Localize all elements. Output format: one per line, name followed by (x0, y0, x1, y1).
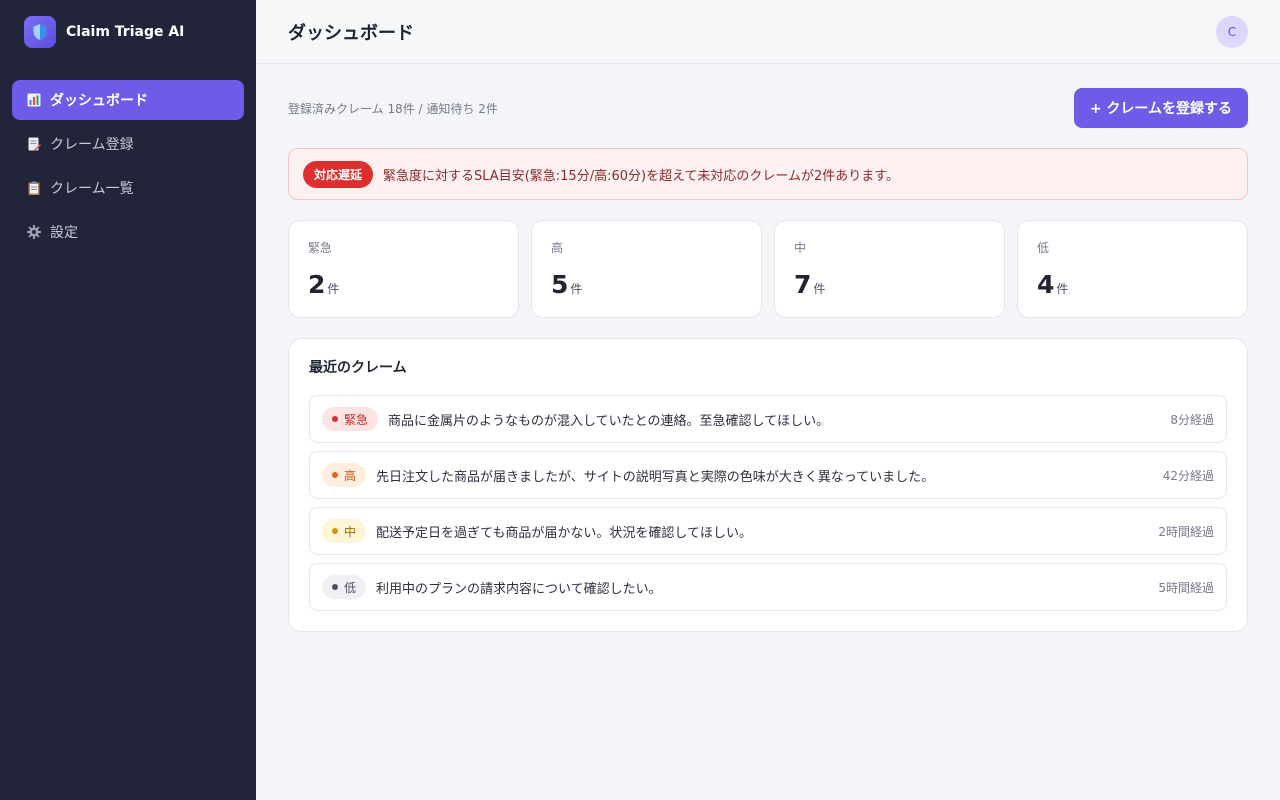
claim-text: 先日注文した商品が届きましたが、サイトの説明写真と実際の色味が大きく異なっていま… (376, 469, 935, 485)
sidebar-nav: ダッシュボード クレーム登録 クレーム一覧 設定 (12, 80, 244, 252)
alert-message: 緊急度に対するSLA目安(緊急:15分/高:60分)を超えて未対応のクレームが2… (383, 168, 900, 184)
sidebar-item-settings[interactable]: 設定 (12, 212, 244, 252)
bar-chart-icon (26, 92, 42, 108)
register-claim-button[interactable]: + クレームを登録する (1073, 88, 1248, 128)
avatar[interactable]: C (1216, 15, 1248, 48)
priority-badge: 緊急 (322, 407, 379, 431)
priority-label: 高 (344, 468, 357, 483)
sidebar-item-label: 設定 (50, 225, 78, 241)
recent-claims-panel: 最近のクレーム 緊急 商品に金属片のようなものが混入していたとの連絡。至急確認し… (288, 338, 1248, 632)
claim-text: 配送予定日を過ぎても商品が届かない。状況を確認してほしい。 (376, 525, 752, 541)
sidebar-item-label: クレーム一覧 (50, 181, 134, 197)
stat-value: 7 (794, 270, 812, 299)
sidebar-item-claim-list[interactable]: クレーム一覧 (12, 168, 244, 208)
stat-card-high[interactable]: 高 5 件 (531, 220, 762, 318)
stat-card-urgent[interactable]: 緊急 2 件 (288, 220, 519, 318)
priority-badge: 低 (322, 575, 367, 599)
elapsed-time: 8分経過 (1170, 412, 1214, 427)
priority-label: 緊急 (344, 412, 369, 427)
elapsed-time: 42分経過 (1162, 468, 1214, 483)
stat-card-medium[interactable]: 中 7 件 (774, 220, 1005, 318)
sidebar: Claim Triage AI ダッシュボード クレーム登録 クレーム一覧 設定 (0, 0, 256, 800)
priority-badge: 高 (322, 463, 367, 487)
stat-label: 低 (1037, 241, 1050, 255)
stat-unit: 件 (813, 282, 826, 296)
stat-unit: 件 (1056, 282, 1069, 296)
page-title: ダッシュボード (288, 22, 414, 44)
stat-label: 中 (794, 241, 807, 255)
elapsed-time: 5時間経過 (1158, 580, 1214, 595)
sidebar-item-dashboard[interactable]: ダッシュボード (12, 80, 244, 120)
stat-unit: 件 (570, 282, 583, 296)
priority-label: 中 (344, 524, 357, 539)
priority-label: 低 (344, 580, 357, 595)
sla-alert: 対応遅延 緊急度に対するSLA目安(緊急:15分/高:60分)を超えて未対応のク… (288, 148, 1248, 200)
priority-dot-icon (332, 416, 338, 422)
stat-unit: 件 (327, 282, 340, 296)
priority-dot-icon (332, 528, 338, 534)
stat-label: 高 (551, 241, 564, 255)
main-area: ダッシュボード C 登録済みクレーム 18件 / 通知待ち 2件 + クレームを… (256, 0, 1280, 800)
list-item[interactable]: 高 先日注文した商品が届きましたが、サイトの説明写真と実際の色味が大きく異なって… (309, 451, 1227, 499)
list-item[interactable]: 低 利用中のプランの請求内容について確認したい。 5時間経過 (309, 563, 1227, 611)
summary-row: 登録済みクレーム 18件 / 通知待ち 2件 + クレームを登録する (288, 88, 1248, 128)
clipboard-icon (26, 180, 42, 196)
stat-label: 緊急 (308, 241, 333, 255)
stat-value: 5 (551, 270, 569, 299)
claim-text: 利用中のプランの請求内容について確認したい。 (376, 581, 662, 597)
alert-badge: 対応遅延 (303, 160, 374, 188)
sidebar-item-label: クレーム登録 (50, 137, 134, 153)
document-edit-icon (26, 136, 42, 152)
brand[interactable]: Claim Triage AI (24, 16, 232, 48)
claim-text: 商品に金属片のようなものが混入していたとの連絡。至急確認してほしい。 (388, 413, 830, 429)
elapsed-time: 2時間経過 (1158, 524, 1214, 539)
app-name: Claim Triage AI (66, 24, 185, 40)
stat-value: 2 (308, 270, 326, 299)
shield-icon (24, 16, 56, 48)
priority-stats: 緊急 2 件 高 5 件 中 7 件 低 4 件 (288, 220, 1248, 318)
sidebar-item-label: ダッシュボード (50, 93, 148, 109)
claim-summary-text: 登録済みクレーム 18件 / 通知待ち 2件 (288, 101, 498, 116)
topbar: ダッシュボード C (256, 0, 1280, 64)
sidebar-item-claim-register[interactable]: クレーム登録 (12, 124, 244, 164)
stat-card-low[interactable]: 低 4 件 (1017, 220, 1248, 318)
priority-badge: 中 (322, 519, 367, 543)
priority-dot-icon (332, 584, 338, 590)
stat-value: 4 (1037, 270, 1055, 299)
priority-dot-icon (332, 472, 338, 478)
gear-icon (26, 224, 42, 240)
recent-claims-title: 最近のクレーム (309, 360, 407, 376)
list-item[interactable]: 中 配送予定日を過ぎても商品が届かない。状況を確認してほしい。 2時間経過 (309, 507, 1227, 555)
list-item[interactable]: 緊急 商品に金属片のようなものが混入していたとの連絡。至急確認してほしい。 8分… (309, 395, 1227, 443)
dashboard-content: 登録済みクレーム 18件 / 通知待ち 2件 + クレームを登録する 対応遅延 … (256, 64, 1280, 656)
